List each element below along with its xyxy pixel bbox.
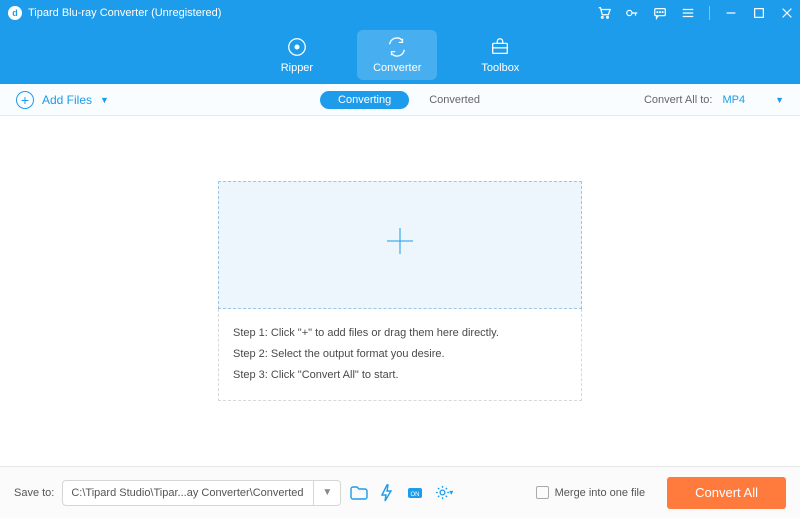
format-selector[interactable]: MP4 ▼ xyxy=(722,94,784,106)
format-value: MP4 xyxy=(722,94,745,106)
tab-converted[interactable]: Converted xyxy=(429,94,480,106)
status-tabs: Converting Converted xyxy=(320,91,480,109)
cart-icon[interactable] xyxy=(597,6,611,20)
minimize-button[interactable] xyxy=(724,6,738,20)
convert-all-format: Convert All to: MP4 ▼ xyxy=(644,94,784,106)
merge-checkbox[interactable]: Merge into one file xyxy=(536,486,646,499)
add-files-label: Add Files xyxy=(42,93,92,107)
window-title: Tipard Blu-ray Converter (Unregistered) xyxy=(28,7,597,19)
toolbox-icon xyxy=(489,36,511,58)
key-icon[interactable] xyxy=(625,6,639,20)
save-to-label: Save to: xyxy=(14,487,54,499)
ripper-icon xyxy=(286,36,308,58)
nav-label: Ripper xyxy=(281,62,313,74)
step-text: Step 1: Click "+" to add files or drag t… xyxy=(233,323,567,344)
maximize-button[interactable] xyxy=(752,6,766,20)
gpu-icon[interactable]: ON xyxy=(405,483,425,503)
converter-icon xyxy=(386,36,408,58)
nav-ripper[interactable]: Ripper xyxy=(265,30,329,80)
header: d Tipard Blu-ray Converter (Unregistered… xyxy=(0,0,800,84)
drop-zone[interactable] xyxy=(218,181,582,309)
nav-label: Converter xyxy=(373,62,421,74)
plus-icon: + xyxy=(16,91,34,109)
main-content: Step 1: Click "+" to add files or drag t… xyxy=(0,116,800,466)
footer: Save to: ▼ ON ▾ Merge into one file Conv… xyxy=(0,466,800,518)
save-path-input[interactable] xyxy=(63,487,313,499)
nav-label: Toolbox xyxy=(481,62,519,74)
path-dropdown-button[interactable]: ▼ xyxy=(313,481,340,505)
step-text: Step 3: Click "Convert All" to start. xyxy=(233,365,567,386)
merge-label: Merge into one file xyxy=(555,487,646,499)
speed-icon[interactable] xyxy=(377,483,397,503)
nav-converter[interactable]: Converter xyxy=(357,30,437,80)
instructions: Step 1: Click "+" to add files or drag t… xyxy=(218,309,582,401)
titlebar: d Tipard Blu-ray Converter (Unregistered… xyxy=(0,0,800,24)
dropdown-caret-icon: ▼ xyxy=(100,95,109,105)
big-plus-icon xyxy=(383,224,417,267)
chevron-down-icon: ▼ xyxy=(775,95,784,105)
settings-icon[interactable]: ▾ xyxy=(433,483,453,503)
feedback-icon[interactable] xyxy=(653,6,667,20)
sub-toolbar: + Add Files ▼ Converting Converted Conve… xyxy=(0,84,800,116)
divider xyxy=(709,6,710,20)
app-logo-icon: d xyxy=(8,6,22,20)
save-path-box: ▼ xyxy=(62,480,341,506)
tab-converting[interactable]: Converting xyxy=(320,91,409,109)
main-nav: Ripper Converter Toolbox xyxy=(0,30,800,80)
add-files-button[interactable]: + Add Files ▼ xyxy=(16,91,109,109)
step-text: Step 2: Select the output format you des… xyxy=(233,344,567,365)
checkbox-icon xyxy=(536,486,549,499)
close-button[interactable] xyxy=(780,6,794,20)
menu-icon[interactable] xyxy=(681,6,695,20)
nav-toolbox[interactable]: Toolbox xyxy=(465,30,535,80)
open-folder-icon[interactable] xyxy=(349,483,369,503)
convert-all-label: Convert All to: xyxy=(644,94,712,106)
svg-text:ON: ON xyxy=(411,492,420,498)
convert-all-button[interactable]: Convert All xyxy=(667,477,786,509)
